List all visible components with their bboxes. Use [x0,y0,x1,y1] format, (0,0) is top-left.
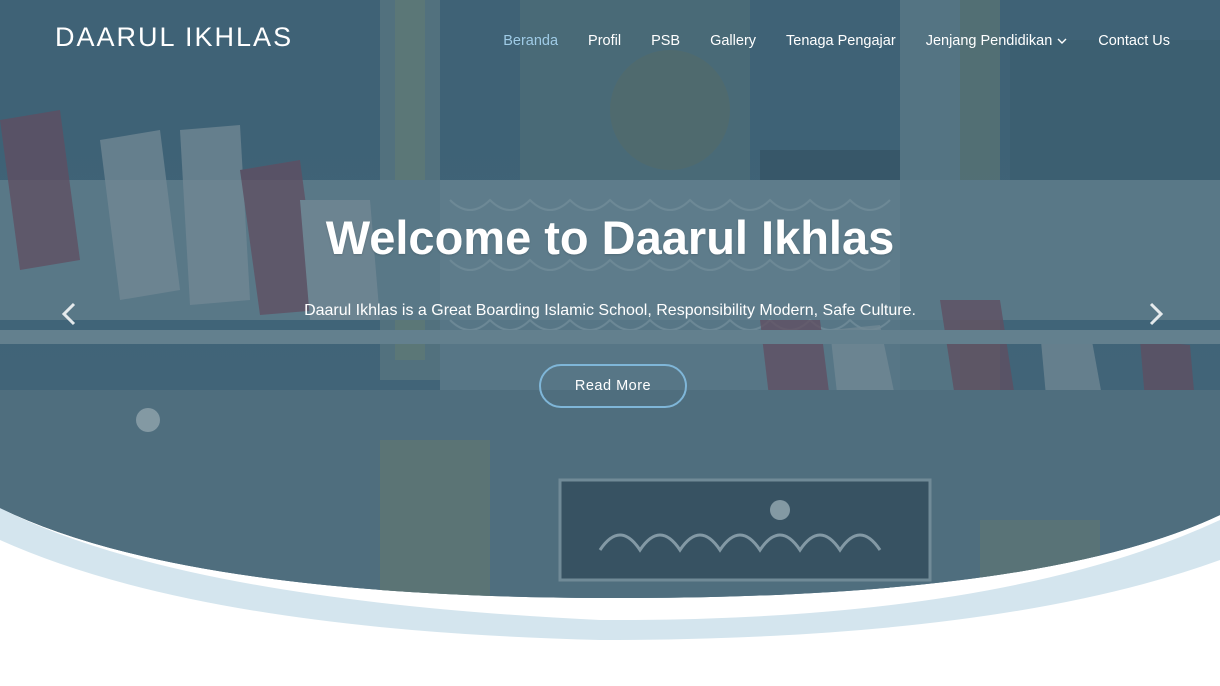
hero-subtitle: Daarul Ikhlas is a Great Boarding Islami… [304,302,916,319]
main-navigation: Beranda Profil PSB Gallery Tenaga Pengaj… [473,33,1170,49]
nav-item-tenaga-pengajar[interactable]: Tenaga Pengajar [786,33,896,49]
site-header: DAARUL IKHLAS Beranda Profil PSB Gallery… [0,0,1220,82]
chevron-right-icon[interactable] [1141,300,1169,328]
nav-item-profil[interactable]: Profil [588,33,621,49]
read-more-button[interactable]: Read More [539,364,687,408]
chevron-down-icon [1057,38,1067,44]
nav-item-psb[interactable]: PSB [651,33,680,49]
site-logo[interactable]: DAARUL IKHLAS [55,22,293,53]
chevron-left-icon[interactable] [56,300,84,328]
hero-section: DAARUL IKHLAS Beranda Profil PSB Gallery… [0,0,1220,686]
hero-title: Welcome to Daarul Ikhlas [325,211,895,264]
nav-item-beranda[interactable]: Beranda [503,33,558,49]
nav-item-jenjang-pendidikan[interactable]: Jenjang Pendidikan [926,33,1069,49]
nav-item-label: Jenjang Pendidikan [925,33,1053,49]
nav-item-gallery[interactable]: Gallery [710,33,756,49]
hero-background-image [0,0,1220,686]
nav-item-contact-us[interactable]: Contact Us [1098,33,1170,49]
